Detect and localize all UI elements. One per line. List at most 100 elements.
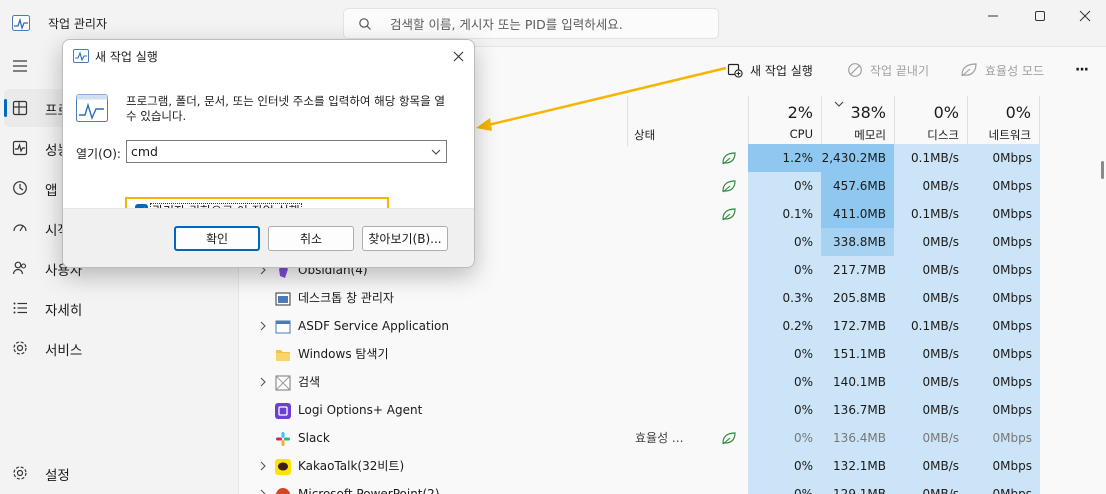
table-row[interactable]: KakaoTalk(32비트) 0% 132.1MB 0MB/s 0Mbps: [239, 452, 1106, 480]
dialog-description: 프로그램, 폴더, 문서, 또는 인터넷 주소를 입력하여 해당 항목을 열 수…: [126, 94, 445, 123]
memory-cell: 140.1MB: [821, 368, 894, 396]
network-cell: 0Mbps: [967, 340, 1040, 368]
table-row[interactable]: Windows 탐색기 0% 151.1MB 0MB/s 0Mbps: [239, 340, 1106, 368]
network-label: 네트워크: [988, 128, 1031, 142]
status-cell: 효율성 ...: [635, 431, 684, 445]
minimize-button[interactable]: [970, 0, 1016, 32]
hamburger-menu-button[interactable]: [12, 59, 28, 73]
disk-cell: 0MB/s: [894, 480, 967, 494]
efficiency-leaf-icon: [722, 152, 736, 165]
cpu-label: CPU: [789, 127, 813, 141]
cpu-cell: 0%: [748, 340, 821, 368]
scrollbar-thumb[interactable]: [1101, 161, 1104, 179]
process-name: Windows 탐색기: [298, 347, 389, 361]
run-new-task-button[interactable]: 새 작업 실행: [727, 59, 813, 81]
sidebar-item-details[interactable]: 자세히: [4, 289, 230, 327]
process-name: 검색: [298, 375, 321, 389]
expand-chevron-icon: [260, 461, 266, 471]
open-command-value: cmd: [131, 144, 158, 159]
dialog-title-bar: 새 작업 실행: [63, 40, 474, 72]
cpu-cell: 0.1%: [748, 200, 821, 228]
minimize-icon: [988, 15, 998, 17]
cpu-cell: 0%: [748, 256, 821, 284]
memory-cell: 205.8MB: [821, 284, 894, 312]
network-cell: 0Mbps: [967, 144, 1040, 172]
users-icon: [12, 260, 28, 276]
maximize-icon: [1035, 11, 1045, 21]
column-header-disk[interactable]: 0% 디스크: [894, 96, 967, 146]
run-new-task-label: 새 작업 실행: [750, 63, 813, 78]
network-total: 0%: [1005, 103, 1031, 122]
disk-cell: 0MB/s: [894, 172, 967, 200]
open-command-combobox[interactable]: cmd: [126, 140, 447, 163]
memory-cell: 217.7MB: [821, 256, 894, 284]
memory-cell: 338.8MB: [821, 228, 894, 256]
cpu-cell: 0%: [748, 228, 821, 256]
efficiency-mode-button[interactable]: 효율성 모드: [960, 59, 1044, 81]
disk-total: 0%: [933, 103, 959, 122]
cpu-cell: 0%: [748, 396, 821, 424]
expand-chevron-icon: [260, 321, 266, 331]
dialog-title: 새 작업 실행: [95, 50, 158, 64]
ok-button[interactable]: 확인: [174, 226, 260, 251]
sort-chevron-icon: [834, 101, 844, 107]
disk-cell: 0MB/s: [894, 396, 967, 424]
desktop-window-manager-icon: [275, 292, 291, 306]
sidebar-item-services[interactable]: 서비스: [4, 329, 230, 367]
details-icon: [12, 300, 28, 316]
more-options-button[interactable]: ···: [1075, 59, 1089, 81]
process-name: KakaoTalk(32비트): [298, 459, 405, 473]
dialog-close-button[interactable]: [447, 46, 469, 66]
powerpoint-icon: [276, 488, 290, 494]
expand-chevron-icon: [260, 377, 266, 387]
settings-gear-icon: [12, 465, 28, 481]
end-task-label: 작업 끝내기: [870, 63, 930, 78]
disk-cell: 0MB/s: [894, 256, 967, 284]
chevron-down-icon: [431, 149, 441, 155]
table-row[interactable]: Logi Options+ Agent 0% 136.7MB 0MB/s 0Mb…: [239, 396, 1106, 424]
maximize-button[interactable]: [1017, 0, 1063, 32]
table-row[interactable]: Microsoft PowerPoint(2) 0% 129.1MB 0MB/s…: [239, 480, 1106, 494]
disk-cell: 0.1MB/s: [894, 312, 967, 340]
column-header-cpu[interactable]: 2% CPU: [748, 96, 821, 146]
efficiency-mode-label: 효율성 모드: [985, 63, 1045, 78]
cpu-cell: 0%: [748, 368, 821, 396]
cancel-button[interactable]: 취소: [268, 226, 354, 251]
table-row[interactable]: 데스크톱 창 관리자 0.3% 205.8MB 0MB/s 0Mbps: [239, 284, 1106, 312]
more-options-icon: ···: [1075, 62, 1089, 78]
network-cell: 0Mbps: [967, 368, 1040, 396]
memory-cell: 2,430.2MB: [821, 144, 894, 172]
services-icon: [12, 340, 28, 356]
dialog-footer: 확인 취소 찾아보기(B)...: [63, 208, 474, 267]
disk-cell: 0MB/s: [894, 452, 967, 480]
disk-cell: 0.1MB/s: [894, 144, 967, 172]
sidebar-item-settings[interactable]: 설정: [4, 454, 230, 492]
end-task-icon: [848, 63, 862, 77]
browse-button[interactable]: 찾아보기(B)...: [362, 226, 448, 251]
network-cell: 0Mbps: [967, 312, 1040, 340]
table-row[interactable]: Slack 효율성 ... 0% 136.4MB 0MB/s 0Mbps: [239, 424, 1106, 452]
column-header-network[interactable]: 0% 네트워크: [967, 96, 1040, 146]
search-process-icon: [275, 375, 291, 391]
disk-label: 디스크: [927, 128, 959, 142]
network-cell: 0Mbps: [967, 480, 1040, 494]
network-cell: 0Mbps: [967, 256, 1040, 284]
column-header-memory[interactable]: 38% 메모리: [821, 96, 894, 146]
disk-cell: 0MB/s: [894, 424, 967, 452]
cpu-cell: 0%: [748, 452, 821, 480]
process-name: Slack: [298, 431, 330, 445]
cpu-cell: 0.3%: [748, 284, 821, 312]
startup-icon: [12, 220, 28, 236]
search-input[interactable]: [390, 15, 710, 33]
end-task-button[interactable]: 작업 끝내기: [847, 59, 929, 81]
dialog-body: 프로그램, 폴더, 문서, 또는 인터넷 주소를 입력하여 해당 항목을 열 수…: [63, 72, 474, 224]
close-window-button[interactable]: [1062, 0, 1106, 32]
table-row[interactable]: 검색 0% 140.1MB 0MB/s 0Mbps: [239, 368, 1106, 396]
table-row[interactable]: ASDF Service Application 0.2% 172.7MB 0.…: [239, 312, 1106, 340]
application-window-icon: [275, 320, 291, 334]
sidebar-item-label: 자세히: [45, 303, 83, 319]
memory-cell: 129.1MB: [821, 480, 894, 494]
slack-icon: [276, 432, 290, 446]
network-cell: 0Mbps: [967, 284, 1040, 312]
search-box[interactable]: [343, 8, 719, 39]
